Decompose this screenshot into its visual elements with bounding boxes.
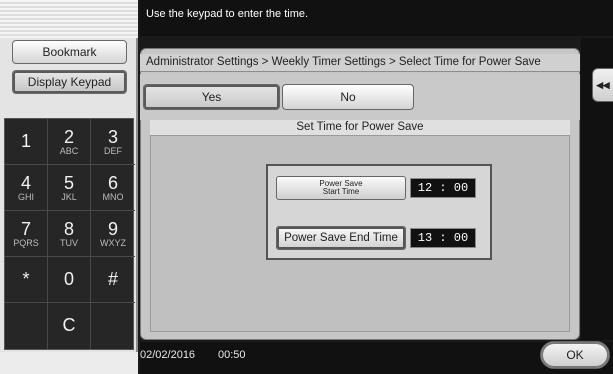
left-panel-header [0,0,138,38]
breadcrumb: Administrator Settings > Weekly Timer Se… [140,54,580,72]
key-asterisk[interactable]: * [5,257,48,303]
collapse-arrow-icon[interactable]: ◂◂ [592,68,613,102]
instruction-message: Use the keypad to enter the time. [140,0,613,36]
key-1[interactable]: 1 [5,119,48,165]
bookmark-button[interactable]: Bookmark [12,40,127,64]
power-save-end-time-button[interactable]: Power Save End Time [276,226,406,250]
key-6[interactable]: 6 MNO [91,165,135,211]
left-panel-footer [0,352,138,374]
key-2[interactable]: 2 ABC [48,119,91,165]
key-blank-left [5,303,48,349]
key-5[interactable]: 5 JKL [48,165,91,211]
end-time-value[interactable]: 13 : 00 [410,228,476,248]
no-button[interactable]: No [282,84,414,110]
start-time-value[interactable]: 12 : 00 [410,178,476,198]
key-8[interactable]: 8 TUV [48,211,91,257]
key-hash[interactable]: # [91,257,135,303]
ok-button[interactable]: OK [540,341,610,369]
key-4[interactable]: 4 GHI [5,165,48,211]
content-title: Set Time for Power Save [150,120,570,136]
key-blank-right [91,303,135,349]
key-0[interactable]: 0 [48,257,91,303]
keypad: 1 2 ABC 3 DEF 4 GHI 5 JKL 6 MNO 7 PQRS 8 TUV 9W… [4,118,135,350]
key-9[interactable]: 9 WXYZ [91,211,135,257]
start-label-line2: Start Time [322,187,360,196]
key-clear[interactable]: C [48,303,91,349]
key-7[interactable]: 7 PQRS [5,211,48,257]
yes-button[interactable]: Yes [143,84,280,110]
power-save-start-time-button[interactable]: Power Save Start Time [276,176,406,200]
status-date: 02/02/2016 [140,349,196,361]
key-3[interactable]: 3 DEF [91,119,135,165]
display-keypad-button[interactable]: Display Keypad [12,70,127,94]
status-time: 00:50 [218,349,246,361]
